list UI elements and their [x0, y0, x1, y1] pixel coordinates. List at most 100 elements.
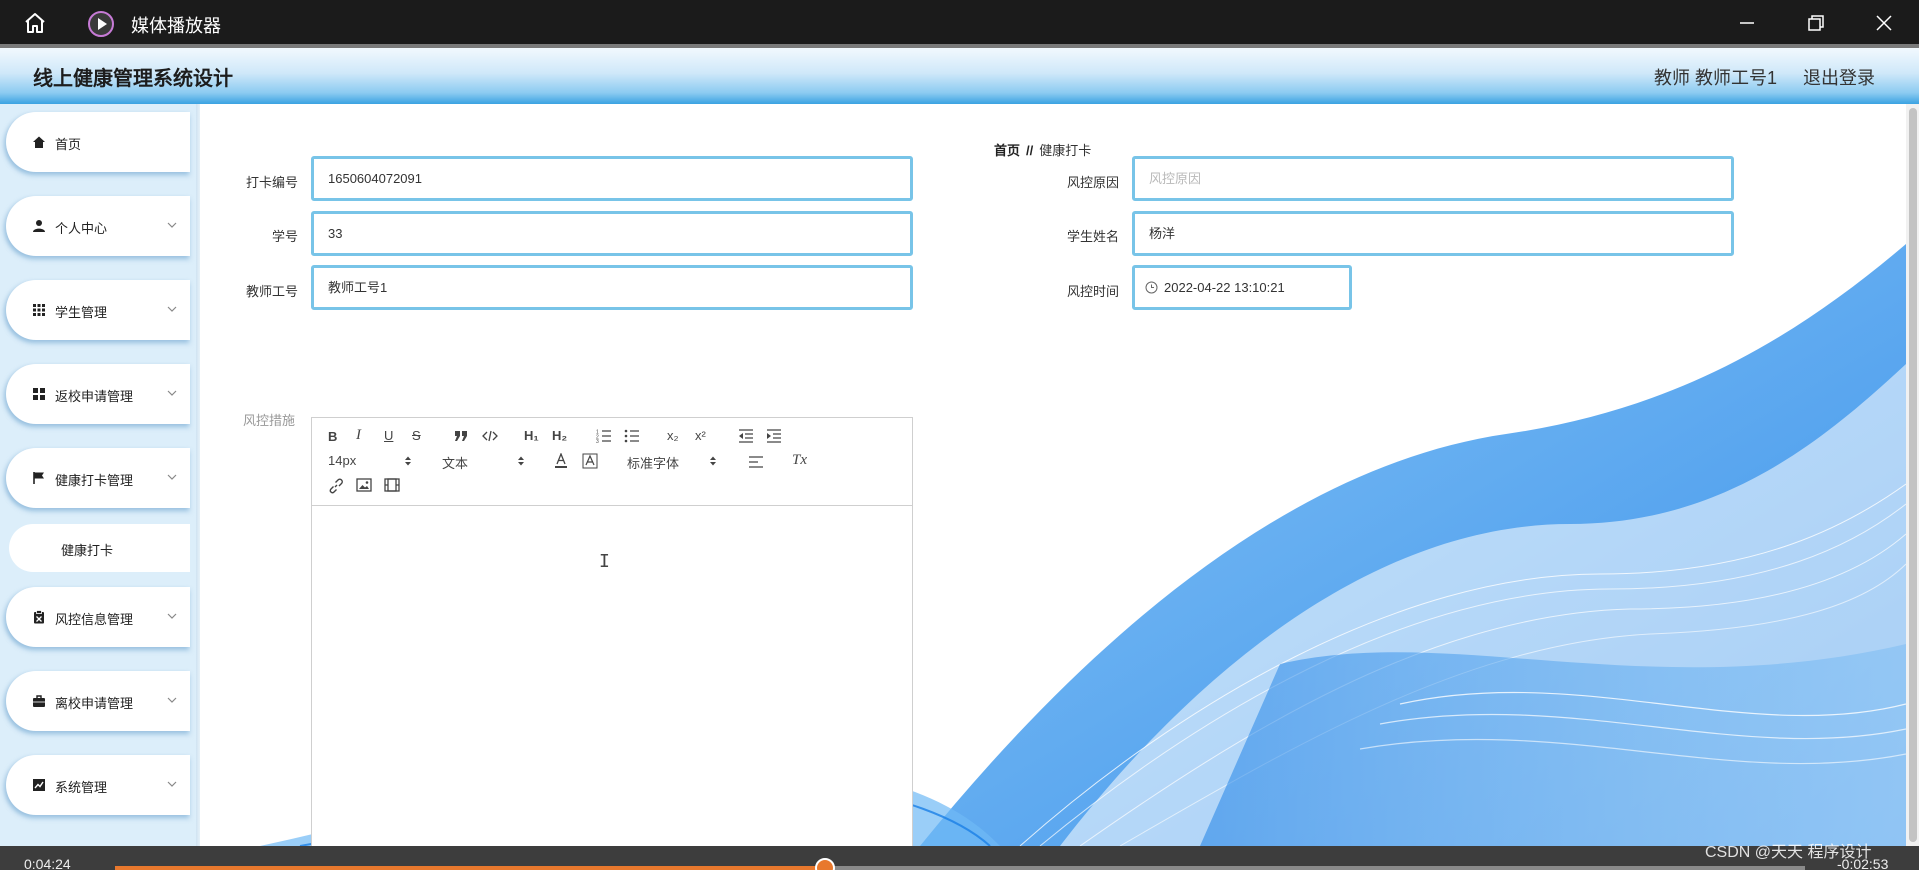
risk-time-picker[interactable]: 2022-04-22 13:10:21: [1132, 265, 1352, 310]
chevron-down-icon: [167, 222, 177, 228]
chevron-down-icon: [167, 613, 177, 619]
sidebar-item-label: 风控信息管理: [55, 612, 134, 627]
restore-icon[interactable]: [1805, 12, 1827, 34]
sidebar-item-system-management[interactable]: 系统管理: [6, 755, 190, 815]
underline-button[interactable]: U: [384, 428, 393, 443]
briefcase-icon: [33, 695, 45, 707]
sidebar: 首页 个人中心 学生管理 返校申请管理 健康打卡管理 健康打卡 风控信息管理 离…: [0, 104, 199, 846]
student-name-input[interactable]: 杨洋: [1132, 211, 1734, 256]
seek-bar-handle[interactable]: [815, 858, 835, 870]
checkin-no-label: 打卡编号: [245, 175, 298, 190]
logout-link[interactable]: 退出登录: [1803, 64, 1875, 90]
app-title: 线上健康管理系统设计: [33, 68, 233, 90]
flag-icon: [33, 472, 44, 484]
teacher-id-label: 教师工号: [245, 284, 298, 299]
risk-time-value: 2022-04-22 13:10:21: [1164, 280, 1285, 295]
header1-button[interactable]: H₁: [524, 428, 539, 443]
header-picker[interactable]: 文本: [442, 453, 468, 472]
player-control-bar: 0:04:24 -0:02:53: [0, 846, 1919, 870]
subscript-button[interactable]: x₂: [667, 428, 679, 443]
sidebar-subitem-health-checkin[interactable]: 健康打卡: [9, 524, 190, 572]
elapsed-time: 0:04:24: [24, 856, 71, 870]
home-icon[interactable]: [22, 10, 48, 36]
sidebar-item-label: 离校申请管理: [55, 696, 134, 711]
editor-toolbar: B I U S H₁ H₂ 123 x₂ x² 14px 文本 标准字体 Tx: [312, 418, 912, 506]
sidebar-item-label: 健康打卡管理: [55, 473, 134, 488]
chevron-down-icon: [167, 390, 177, 396]
close-icon[interactable]: [1873, 12, 1895, 34]
sidebar-item-label: 系统管理: [55, 780, 108, 795]
sidebar-item-label: 首页: [55, 137, 82, 152]
checkin-no-input[interactable]: 1650604072091: [311, 156, 913, 201]
media-player-logo-icon: [88, 11, 114, 37]
picker-arrows-icon: [405, 456, 411, 466]
sidebar-item-label: 个人中心: [55, 221, 108, 236]
sidebar-item-personal-center[interactable]: 个人中心: [6, 196, 190, 256]
background-color-icon[interactable]: [582, 453, 598, 469]
strike-button[interactable]: S: [412, 428, 421, 443]
sidebar-item-leave-application[interactable]: 离校申请管理: [6, 671, 190, 731]
sidebar-item-student-management[interactable]: 学生管理: [6, 280, 190, 340]
measures-editor: B I U S H₁ H₂ 123 x₂ x² 14px 文本 标准字体 Tx: [311, 417, 913, 846]
student-id-input[interactable]: 33: [311, 211, 913, 256]
clock-icon: [1145, 281, 1158, 294]
sidebar-subitem-label: 健康打卡: [61, 543, 114, 558]
picker-arrows-icon: [518, 456, 524, 466]
main-scrollbar-thumb[interactable]: [1909, 108, 1917, 842]
sidebar-item-return-application[interactable]: 返校申请管理: [6, 364, 190, 424]
seek-bar[interactable]: [115, 866, 1805, 870]
code-block-icon[interactable]: [482, 430, 498, 442]
player-title: 媒体播放器: [131, 16, 221, 36]
ordered-list-icon[interactable]: 123: [596, 429, 612, 443]
video-icon[interactable]: [384, 478, 400, 492]
student-name-label: 学生姓名: [1066, 229, 1119, 244]
font-size-picker[interactable]: 14px: [328, 453, 356, 468]
align-left-icon[interactable]: [748, 455, 764, 469]
chevron-down-icon: [167, 474, 177, 480]
indent-icon[interactable]: [766, 429, 782, 443]
font-family-picker[interactable]: 标准字体: [627, 453, 679, 472]
student-id-label: 学号: [271, 229, 298, 244]
clean-format-button[interactable]: Tx: [792, 452, 807, 469]
sidebar-item-home[interactable]: 首页: [6, 112, 190, 172]
outdent-icon[interactable]: [738, 429, 754, 443]
player-titlebar: 媒体播放器: [0, 0, 1919, 44]
sidebar-item-risk-info-management[interactable]: 风控信息管理: [6, 587, 190, 647]
breadcrumb-home[interactable]: 首页: [994, 143, 1020, 158]
measures-label: 风控措施: [243, 413, 296, 428]
seek-bar-progress: [115, 866, 825, 870]
sidebar-item-label: 学生管理: [55, 305, 108, 320]
bullet-list-icon[interactable]: [624, 429, 640, 443]
picker-arrows-icon: [710, 456, 716, 466]
breadcrumb-separator: //: [1026, 143, 1034, 158]
app-header: 线上健康管理系统设计 教师 教师工号1 退出登录: [0, 48, 1919, 104]
grid-icon: [33, 304, 45, 316]
superscript-button[interactable]: x²: [695, 428, 706, 443]
text-color-icon[interactable]: [554, 453, 568, 469]
text-cursor-icon: I: [599, 551, 610, 572]
image-icon[interactable]: [356, 478, 372, 492]
breadcrumb: 首页 // 健康打卡: [994, 140, 1091, 159]
link-icon[interactable]: [328, 478, 344, 494]
bold-button[interactable]: B: [328, 429, 337, 444]
blockquote-icon[interactable]: [454, 430, 468, 442]
risk-reason-input[interactable]: 风控原因: [1132, 156, 1734, 201]
watermark-text: CSDN @天天 程序设计: [1705, 844, 1872, 861]
minimize-icon[interactable]: [1736, 12, 1758, 34]
svg-text:3: 3: [596, 439, 599, 443]
chevron-down-icon: [167, 306, 177, 312]
risk-reason-label: 风控原因: [1066, 175, 1119, 190]
chevron-down-icon: [167, 697, 177, 703]
header2-button[interactable]: H₂: [552, 428, 567, 443]
user-info: 教师 教师工号1: [1654, 68, 1778, 88]
risk-time-label: 风控时间: [1066, 284, 1119, 299]
teacher-id-input[interactable]: 教师工号1: [311, 265, 913, 310]
person-icon: [33, 220, 45, 232]
sidebar-item-health-checkin-management[interactable]: 健康打卡管理: [6, 448, 190, 508]
italic-button[interactable]: I: [356, 427, 361, 444]
breadcrumb-current: 健康打卡: [1039, 143, 1092, 158]
chart-icon: [33, 779, 45, 791]
apps-icon: [33, 388, 45, 400]
main-content: 首页 // 健康打卡 打卡编号 1650604072091 学号 33 教师工号 教…: [200, 104, 1906, 846]
clipboard-icon: [34, 610, 44, 624]
